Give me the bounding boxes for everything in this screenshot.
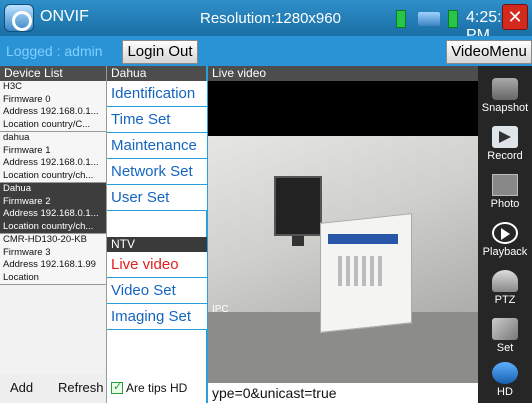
tips-hd-label: Are tips HD bbox=[126, 381, 188, 395]
close-button[interactable]: ✕ bbox=[502, 4, 528, 30]
logged-in-label: Logged : admin bbox=[6, 43, 103, 59]
menu-item-live-video[interactable]: Live video bbox=[107, 252, 207, 278]
record-icon bbox=[492, 126, 518, 148]
live-video-header: Live video bbox=[208, 66, 478, 81]
scene-monitor-stand bbox=[292, 236, 304, 246]
scene-box-grid bbox=[338, 256, 386, 286]
session-bar: Logged : admin Login Out VideoMenu bbox=[0, 36, 532, 66]
menu-item-imaging-set[interactable]: Imaging Set bbox=[107, 304, 207, 330]
device-address: Address 192.168.0.1... bbox=[3, 208, 99, 219]
video-menu-button[interactable]: VideoMenu bbox=[446, 40, 532, 64]
hd-label: HD bbox=[497, 386, 513, 398]
device-location: Location bbox=[3, 271, 39, 283]
photo-label: Photo bbox=[490, 198, 520, 210]
video-frame[interactable] bbox=[208, 136, 478, 384]
right-toolbar: Snapshot Record Photo Playback PTZ Set H… bbox=[478, 66, 532, 403]
device-list-panel: Device List H3C Firmware 0 Address 192.1… bbox=[0, 66, 106, 403]
device-menu-panel: Dahua Identification Time Set Maintenanc… bbox=[106, 66, 208, 403]
menu-item-network-set[interactable]: Network Set bbox=[107, 159, 207, 185]
device-name: H3C bbox=[3, 81, 23, 92]
device-firmware: Firmware 1 bbox=[3, 144, 51, 156]
set-button[interactable]: Set bbox=[478, 312, 532, 362]
device-item-cmr[interactable]: CMR-HD130-20-KB Firmware 3 Address 192.1… bbox=[0, 234, 106, 285]
scene-monitor bbox=[274, 176, 322, 236]
ipc-label: IPC bbox=[212, 304, 229, 315]
device-name: Dahua bbox=[3, 183, 31, 194]
device-address: Address 192.168.0.1... bbox=[3, 157, 99, 168]
resolution-label: Resolution:1280x960 bbox=[200, 10, 341, 27]
device-location: Location country/ch... bbox=[3, 220, 94, 232]
onvif-app-icon bbox=[4, 4, 34, 32]
snapshot-label: Snapshot bbox=[481, 102, 529, 114]
settings-icon bbox=[492, 318, 518, 340]
photo-icon bbox=[492, 174, 518, 196]
ptz-icon bbox=[492, 270, 518, 292]
live-video-panel: Live video bbox=[208, 66, 478, 403]
menu-item-time-set[interactable]: Time Set bbox=[107, 107, 207, 133]
login-out-button[interactable]: Login Out bbox=[122, 40, 198, 64]
device-actions: Add Refresh bbox=[0, 374, 106, 403]
device-location: Location country/ch... bbox=[3, 169, 94, 181]
photo-button[interactable]: Photo bbox=[478, 168, 532, 218]
device-address: Address 192.168.0.1... bbox=[3, 106, 99, 117]
network-icon bbox=[418, 12, 440, 26]
device-list-header: Device List bbox=[0, 66, 106, 81]
stream-url-text: ype=0&unicast=true bbox=[212, 385, 337, 401]
record-label: Record bbox=[487, 150, 523, 162]
device-item-dahua-selected[interactable]: Dahua Firmware 2 Address 192.168.0.1... … bbox=[0, 183, 106, 234]
status-icons bbox=[396, 8, 470, 28]
device-firmware: Firmware 0 bbox=[3, 93, 51, 105]
app-title: ONVIF bbox=[40, 8, 89, 25]
playback-icon bbox=[492, 222, 518, 244]
menu-item-identification[interactable]: Identification bbox=[107, 81, 207, 107]
stream-url-bar: ype=0&unicast=true bbox=[208, 383, 478, 403]
device-item-dahua[interactable]: dahua Firmware 1 Address 192.168.0.1... … bbox=[0, 132, 106, 183]
device-location: Location country/C... bbox=[3, 118, 91, 130]
ntv-section-header: NTV bbox=[107, 237, 207, 252]
menu-item-user-set[interactable]: User Set bbox=[107, 185, 207, 211]
device-firmware: Firmware 2 bbox=[3, 195, 51, 207]
title-bar: ONVIF Resolution:1280x960 4:25:51 PM ✕ bbox=[0, 0, 532, 44]
set-label: Set bbox=[496, 342, 514, 354]
scene-box-label bbox=[328, 234, 398, 244]
device-name: dahua bbox=[3, 132, 30, 143]
ptz-label: PTZ bbox=[494, 294, 516, 306]
snapshot-button[interactable]: Snapshot bbox=[478, 72, 532, 122]
checkbox-icon[interactable] bbox=[111, 380, 123, 394]
camera-icon bbox=[492, 78, 518, 100]
hd-icon bbox=[492, 362, 518, 384]
playback-label: Playback bbox=[482, 246, 528, 258]
refresh-button[interactable]: Refresh bbox=[58, 380, 104, 395]
tips-hd-toggle[interactable]: Are tips HD bbox=[111, 380, 188, 395]
playback-button[interactable]: Playback bbox=[478, 216, 532, 266]
device-name: CMR-HD130-20-KB bbox=[3, 234, 87, 245]
device-firmware: Firmware 3 bbox=[3, 246, 51, 258]
device-address: Address 192.168.1.99 bbox=[3, 259, 96, 270]
menu-item-video-set[interactable]: Video Set bbox=[107, 278, 207, 304]
hd-button[interactable]: HD bbox=[478, 356, 532, 403]
device-menu-header: Dahua bbox=[107, 66, 206, 81]
ptz-button[interactable]: PTZ bbox=[478, 264, 532, 314]
charge-icon bbox=[448, 10, 458, 28]
record-button[interactable]: Record bbox=[478, 120, 532, 170]
battery-icon bbox=[396, 10, 406, 28]
add-device-button[interactable]: Add bbox=[10, 380, 33, 395]
device-item-h3c[interactable]: H3C Firmware 0 Address 192.168.0.1... Lo… bbox=[0, 81, 106, 132]
menu-item-maintenance[interactable]: Maintenance bbox=[107, 133, 207, 159]
